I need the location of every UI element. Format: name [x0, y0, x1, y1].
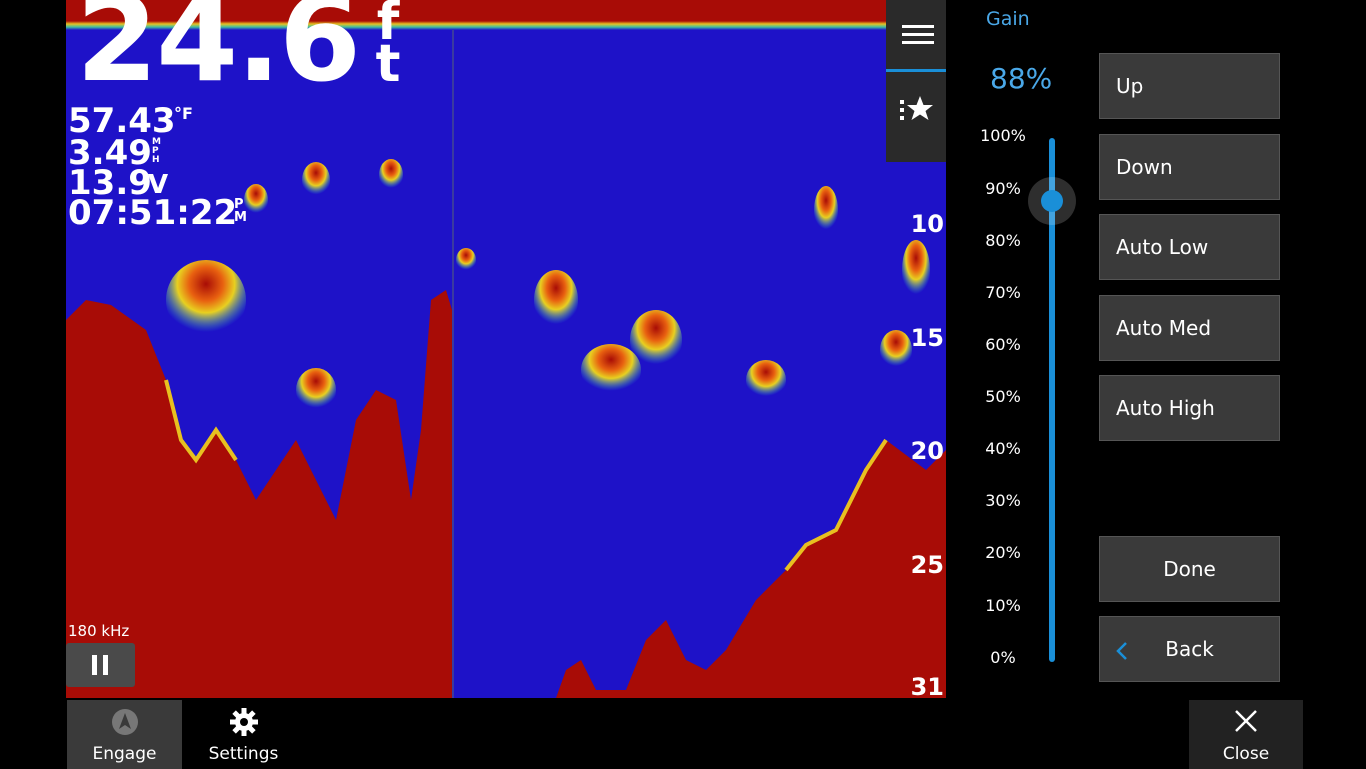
chevron-left-icon	[1116, 642, 1127, 660]
gain-scale-100: 100%	[980, 126, 1026, 145]
pause-icon-bar	[103, 655, 108, 675]
gain-scale-0: 0%	[990, 648, 1016, 667]
engage-label: Engage	[92, 744, 157, 764]
depth-scale-20: 20	[910, 437, 944, 465]
gain-scale-40: 40%	[985, 439, 1021, 458]
gain-value: 88%	[990, 62, 1053, 95]
gain-slider-handle[interactable]	[1041, 189, 1063, 212]
close-button[interactable]: Close	[1189, 700, 1303, 769]
close-label: Close	[1222, 744, 1270, 764]
depth-scale-10: 10	[910, 210, 944, 238]
hamburger-icon-line	[902, 41, 934, 44]
favorites-star-icon	[900, 96, 933, 120]
engage-button[interactable]: Engage	[67, 700, 182, 769]
depth-readout: 24.6	[76, 0, 361, 108]
gain-scale-60: 60%	[985, 335, 1021, 354]
favorites-tab[interactable]	[886, 72, 946, 162]
pause-icon	[92, 655, 97, 675]
gain-scale-30: 30%	[985, 491, 1021, 510]
close-icon	[1235, 710, 1257, 732]
clock-am-pm: P M	[234, 198, 247, 224]
clock-am-pm-line-2: M	[234, 210, 247, 225]
depth-unit-line-2: t	[375, 33, 401, 94]
depth-scale-15: 15	[910, 324, 944, 352]
clock-readout: 07:51:22	[68, 193, 238, 233]
sonar-display[interactable]: 24.6 f t 57.43 °F 3.49 M P H 13.9 V 07:5…	[66, 0, 946, 698]
pause-button[interactable]	[66, 643, 135, 687]
depth-scale-31: 31	[910, 673, 944, 698]
speed-unit: M P H	[152, 138, 161, 165]
gain-down-button[interactable]: Down	[1099, 134, 1280, 200]
settings-label: Settings	[208, 744, 279, 764]
speed-unit-line-3: H	[152, 155, 160, 165]
hamburger-icon-line	[902, 33, 934, 36]
depth-unit: f t	[373, 0, 403, 94]
autopilot-icon	[112, 709, 138, 735]
menu-tab[interactable]	[886, 0, 946, 72]
gain-auto-high-button[interactable]: Auto High	[1099, 375, 1280, 441]
back-button-label: Back	[1165, 637, 1214, 661]
depth-scale-25: 25	[910, 551, 944, 579]
gain-up-button[interactable]: Up	[1099, 53, 1280, 119]
gain-scale-80: 80%	[985, 231, 1021, 250]
gain-auto-med-button[interactable]: Auto Med	[1099, 295, 1280, 361]
gear-icon	[230, 708, 258, 736]
settings-button[interactable]: Settings	[196, 700, 291, 769]
gain-scale-90: 90%	[985, 179, 1021, 198]
gain-scale-70: 70%	[985, 283, 1021, 302]
gain-scale-10: 10%	[985, 596, 1021, 615]
back-button[interactable]: Back	[1099, 616, 1280, 682]
hamburger-icon	[902, 25, 934, 28]
gain-title: Gain	[986, 8, 1030, 30]
gain-scale-50: 50%	[985, 387, 1021, 406]
water-temperature-unit: °F	[174, 104, 193, 123]
done-button[interactable]: Done	[1099, 536, 1280, 602]
gain-scale-20: 20%	[985, 543, 1021, 562]
frequency-label: 180 kHz	[68, 622, 130, 640]
gain-auto-low-button[interactable]: Auto Low	[1099, 214, 1280, 280]
